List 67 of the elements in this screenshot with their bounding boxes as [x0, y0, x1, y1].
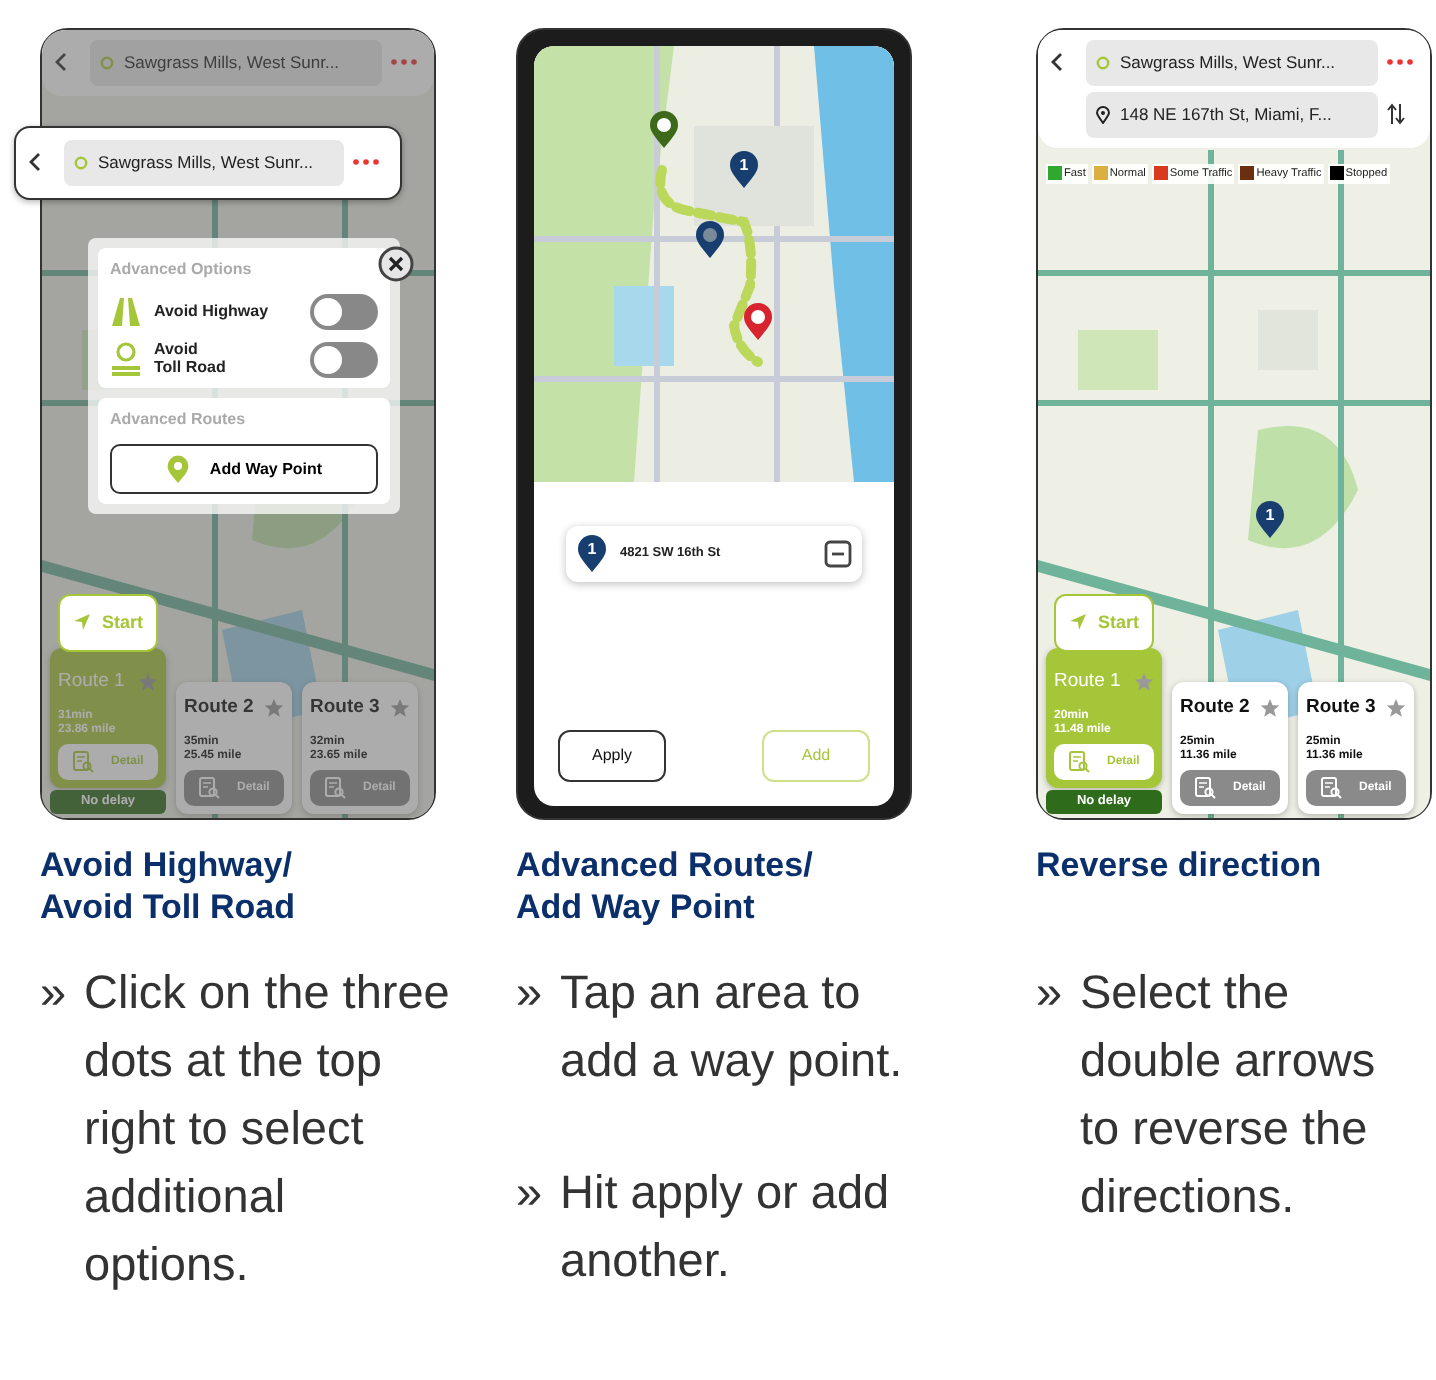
document-search-icon [1320, 776, 1343, 800]
search-field[interactable]: Sawgrass Mills, West Sunr... [90, 40, 382, 86]
route-name: Route 1 [58, 668, 125, 697]
section-heading: Reverse direction [1036, 844, 1324, 888]
remove-icon[interactable] [824, 540, 852, 568]
route-name: Route 3 [310, 693, 380, 722]
navigation-icon [1068, 612, 1088, 633]
instruction-text: Tap an area to add a way point. [560, 964, 905, 1090]
document-search-icon [1068, 750, 1091, 775]
toggle-switch[interactable] [310, 294, 378, 330]
star-icon[interactable] [390, 698, 410, 719]
map-pin-icon: 1 [1254, 500, 1286, 540]
map-pin-icon [648, 110, 680, 150]
map-pin-icon [694, 220, 726, 260]
back-icon[interactable] [28, 152, 42, 173]
back-icon[interactable] [1050, 52, 1064, 73]
section-title: Advanced Options [110, 258, 254, 282]
option-label: Avoid Toll Road [154, 342, 228, 378]
apply-button[interactable]: Apply [558, 730, 666, 782]
origin-icon [74, 155, 88, 170]
bullet-marker: » [1036, 964, 1065, 1022]
star-icon[interactable] [1134, 672, 1154, 693]
document-search-icon [324, 776, 347, 800]
close-icon[interactable] [378, 246, 414, 282]
document-search-icon [198, 776, 221, 800]
route-name: Route 1 [1054, 668, 1121, 697]
search-field[interactable]: 148 NE 167th St, Miami, F... [1086, 91, 1378, 137]
toggle-switch[interactable] [310, 342, 378, 378]
star-icon[interactable] [1386, 698, 1406, 719]
document-search-icon [1194, 776, 1217, 800]
origin-icon [1096, 55, 1110, 70]
map-pin-icon: 1 [728, 150, 760, 190]
add-way-point-button[interactable]: Add Way Point [110, 444, 378, 494]
instruction-text: Click on the three dots at the top right to select additional options. [84, 964, 450, 1294]
location-pin-icon [1096, 105, 1110, 124]
star-icon[interactable] [1260, 698, 1280, 719]
section-title: Advanced Routes [110, 408, 248, 432]
route-name: Route 2 [184, 693, 254, 722]
origin-icon [100, 55, 114, 70]
swap-icon[interactable] [1386, 102, 1406, 127]
bullet-marker: » [516, 964, 545, 1022]
instruction-text: Hit apply or add another. [560, 1164, 892, 1290]
section-heading: Advanced Routes/ Add Way Point [516, 844, 815, 930]
instruction-text: Select the double arrows to reverse the directions. [1080, 964, 1378, 1226]
bullet-marker: » [40, 964, 69, 1022]
section-heading: Avoid Highway/ Avoid Toll Road [40, 844, 297, 930]
search-field[interactable]: Sawgrass Mills, West Sunr... [1086, 40, 1378, 86]
navigation-icon [72, 612, 92, 633]
more-icon[interactable] [390, 58, 418, 67]
map-pin-icon: 1 [576, 534, 608, 574]
location-pin-icon [165, 454, 190, 484]
route-name: Route 2 [1180, 693, 1250, 722]
star-icon[interactable] [138, 672, 158, 693]
star-icon[interactable] [264, 698, 284, 719]
coin-icon [110, 342, 142, 378]
option-label: Avoid Highway [154, 303, 271, 321]
search-field[interactable]: Sawgrass Mills, West Sunr... [64, 140, 344, 186]
map-pin-icon [742, 302, 774, 342]
document-search-icon [72, 750, 95, 775]
more-icon[interactable] [1386, 58, 1414, 67]
bullet-marker: » [516, 1164, 545, 1222]
start-button[interactable]: Start [58, 593, 158, 653]
start-button[interactable]: Start [1054, 593, 1154, 653]
add-button[interactable]: Add [762, 730, 870, 782]
route-name: Route 3 [1306, 693, 1376, 722]
more-icon[interactable] [352, 158, 380, 167]
road-icon [110, 296, 142, 328]
